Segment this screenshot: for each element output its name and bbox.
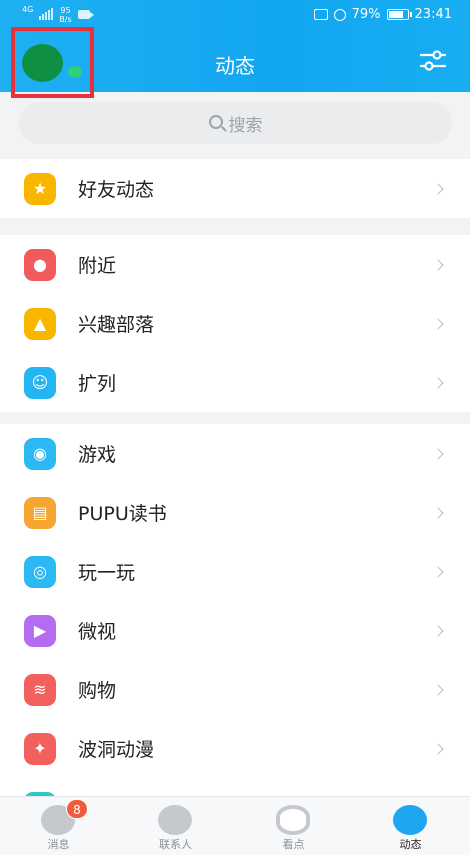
chevron-right-icon xyxy=(432,565,444,578)
battery-percent: 79% xyxy=(351,7,381,22)
top-header: 4G 95 B/s 79% 23:41 动态 xyxy=(0,0,470,98)
screencast-icon xyxy=(313,9,328,20)
menu-item-label: 波洞动漫 xyxy=(78,739,155,761)
tab-label: 联系人 xyxy=(159,838,192,851)
location-pin-icon: ● xyxy=(24,248,56,281)
anime-icon: ✦ xyxy=(24,732,56,765)
menu-item-label: 好友动态 xyxy=(78,179,155,201)
menu-item-label: 游戏 xyxy=(78,444,117,466)
menu-item-label: 扩列 xyxy=(78,373,117,395)
tab-label: 看点 xyxy=(282,838,305,851)
page-title: 动态 xyxy=(215,54,255,78)
menu-item-label: 附近 xyxy=(78,255,117,277)
signal-icon xyxy=(39,8,54,20)
menu-item-expand-list[interactable]: ☺ 扩列 xyxy=(0,353,470,412)
menu-item-weishi[interactable]: ▶ 微视 xyxy=(0,601,470,660)
tent-icon: ▲ xyxy=(24,307,56,340)
settings-sliders-icon[interactable] xyxy=(420,49,446,73)
shopping-icon: ≋ xyxy=(24,673,56,706)
play-icon: ▶ xyxy=(24,614,56,647)
menu-item-nearby[interactable]: ● 附近 xyxy=(0,235,470,294)
network-speed: 95 B/s xyxy=(59,6,72,24)
chevron-right-icon xyxy=(432,182,444,195)
group-social: ● 附近 ▲ 兴趣部落 ☺ 扩列 xyxy=(0,235,470,412)
battery-icon xyxy=(386,9,412,20)
chevron-right-icon xyxy=(432,447,444,460)
group-friends: ★ 好友动态 xyxy=(0,159,470,218)
tab-feed[interactable]: 动态 xyxy=(352,797,469,855)
chevron-right-icon xyxy=(432,683,444,696)
chevron-right-icon xyxy=(432,624,444,637)
tab-label: 消息 xyxy=(47,838,70,851)
book-icon: ▤ xyxy=(24,496,56,529)
search-icon xyxy=(208,115,223,129)
menu-item-label: 玩一玩 xyxy=(78,562,136,584)
chevron-right-icon xyxy=(432,506,444,519)
menu-item-friend-feed[interactable]: ★ 好友动态 xyxy=(0,159,470,218)
menu-item-anime[interactable]: ✦ 波洞动漫 xyxy=(0,719,470,778)
chevron-right-icon xyxy=(432,258,444,271)
chevron-right-icon xyxy=(432,317,444,330)
planet-icon: ◎ xyxy=(24,555,56,588)
chat-face-icon: ☺ xyxy=(24,366,56,399)
menu-item-interest-tribe[interactable]: ▲ 兴趣部落 xyxy=(0,294,470,353)
menu-item-pupu-reading[interactable]: ▤ PUPU读书 xyxy=(0,483,470,542)
tab-contacts[interactable]: 联系人 xyxy=(117,797,234,855)
tab-messages[interactable]: 8 消息 xyxy=(0,797,117,855)
contacts-icon xyxy=(158,805,192,835)
planet-star-icon xyxy=(393,805,427,835)
search-placeholder: 搜索 xyxy=(228,115,263,136)
tab-kandian[interactable]: 看点 xyxy=(235,797,352,855)
menu-item-shopping[interactable]: ≋ 购物 xyxy=(0,660,470,719)
group-apps: ◉ 游戏 ▤ PUPU读书 ◎ 玩一玩 ▶ 微视 ≋ 购物 ✦ 波洞动漫 xyxy=(0,424,470,796)
unread-badge: 8 xyxy=(66,799,88,819)
menu-item-label: 兴趣部落 xyxy=(78,314,155,336)
gamepad-icon: ◉ xyxy=(24,437,56,470)
network-type: 4G xyxy=(22,5,34,14)
eye-icon xyxy=(276,805,310,835)
menu-item-label: PUPU读书 xyxy=(78,503,167,525)
chevron-right-icon xyxy=(432,742,444,755)
menu-item-play[interactable]: ◎ 玩一玩 xyxy=(0,542,470,601)
search-bar[interactable]: 搜索 xyxy=(19,102,452,144)
menu-item-label: 微视 xyxy=(78,621,117,643)
chevron-right-icon xyxy=(432,376,444,389)
video-camera-icon xyxy=(77,10,94,19)
tab-label: 动态 xyxy=(399,838,422,851)
alarm-icon xyxy=(333,8,346,21)
clock: 23:41 xyxy=(414,7,452,22)
star-icon: ★ xyxy=(24,172,56,205)
menu-item-games[interactable]: ◉ 游戏 xyxy=(0,424,470,483)
bottom-tab-bar: 8 消息 联系人 看点 动态 xyxy=(0,796,470,855)
menu-item-label: 购物 xyxy=(78,680,117,702)
menu-item-partial xyxy=(0,778,470,796)
